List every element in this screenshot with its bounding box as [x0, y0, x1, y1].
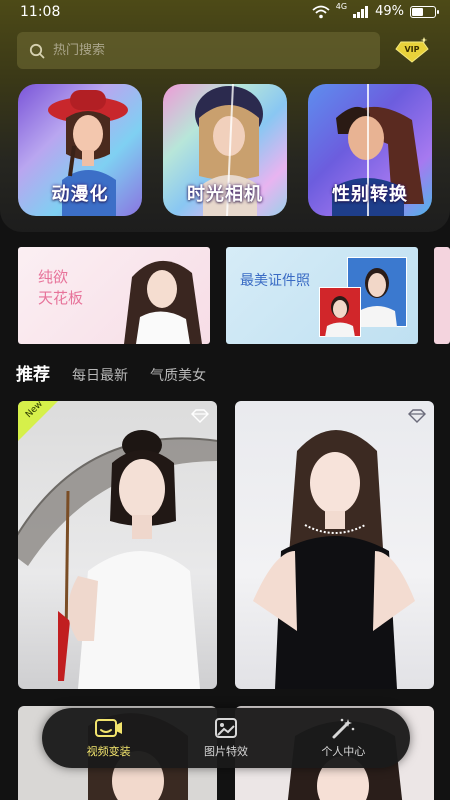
- signal-icon: [353, 5, 369, 18]
- grid-card[interactable]: New: [18, 401, 217, 689]
- nav-label-video-costume: 视频变装: [86, 745, 131, 758]
- search-icon: [29, 43, 45, 58]
- grid-card[interactable]: [235, 401, 434, 689]
- id-photo-image-small: [319, 287, 361, 337]
- search-bar[interactable]: [17, 32, 380, 69]
- feature-card-gender-swap[interactable]: 性别转换: [308, 84, 432, 216]
- feature-card-time-camera[interactable]: 时光相机: [163, 84, 287, 216]
- new-badge: New: [18, 401, 58, 441]
- nav-video-costume[interactable]: 视频变装: [59, 717, 159, 759]
- banner-pure-beauty-text: 纯欲 天花板: [38, 267, 83, 309]
- tab-recommended[interactable]: 推荐: [16, 360, 50, 385]
- diamond-icon: [191, 409, 209, 423]
- bottom-nav: 视频变装 图片特效 个人中心: [42, 708, 410, 768]
- battery-icon: [410, 5, 439, 18]
- image-icon: [214, 718, 237, 738]
- nav-personal-center[interactable]: 个人中心: [293, 717, 393, 759]
- banner-id-photo[interactable]: 最美证件照: [226, 247, 418, 344]
- magic-wand-icon: [332, 718, 355, 739]
- tab-elegant-beauty[interactable]: 气质美女: [150, 365, 206, 385]
- feature-label-gender-swap: 性别转换: [332, 184, 408, 205]
- banner-pure-beauty-image: [124, 260, 202, 344]
- feature-label-time-camera: 时光相机: [187, 184, 263, 205]
- feature-label-anime: 动漫化: [51, 184, 109, 205]
- nav-label-image-effects: 图片特效: [203, 745, 248, 758]
- feature-cards: 动漫化 时光相机 性别转换: [18, 84, 432, 216]
- diamond-icon: [408, 409, 426, 423]
- category-tabs: 推荐 每日最新 气质美女: [16, 360, 206, 385]
- parasol-woman-image: [18, 430, 217, 689]
- tab-daily-latest[interactable]: 每日最新: [72, 365, 128, 385]
- black-dress-woman-image: [253, 430, 415, 689]
- banner-partial[interactable]: [434, 247, 450, 344]
- banner-carousel: 纯欲 天花板 最美证件照: [18, 247, 450, 344]
- wifi-icon: [312, 5, 330, 18]
- banner-pure-beauty-line2: 天花板: [38, 289, 84, 307]
- video-icon: [94, 719, 122, 737]
- nav-label-personal-center: 个人中心: [321, 745, 366, 758]
- banner-pure-beauty[interactable]: 纯欲 天花板: [18, 247, 210, 344]
- vip-badge-icon[interactable]: VIP: [394, 35, 430, 65]
- status-bar: 11:08 4G 49%: [0, 0, 450, 26]
- battery-percent: 49%: [375, 4, 404, 19]
- vip-badge-label: VIP: [404, 45, 419, 54]
- status-time: 11:08: [20, 4, 61, 20]
- feature-card-anime[interactable]: 动漫化: [18, 84, 142, 216]
- search-input[interactable]: [53, 43, 333, 58]
- nav-image-effects[interactable]: 图片特效: [176, 717, 276, 759]
- network-type: 4G: [335, 2, 348, 11]
- banner-pure-beauty-line1: 纯欲: [38, 268, 69, 286]
- banner-id-photo-text: 最美证件照: [240, 273, 310, 289]
- status-right: 4G 49%: [312, 2, 439, 19]
